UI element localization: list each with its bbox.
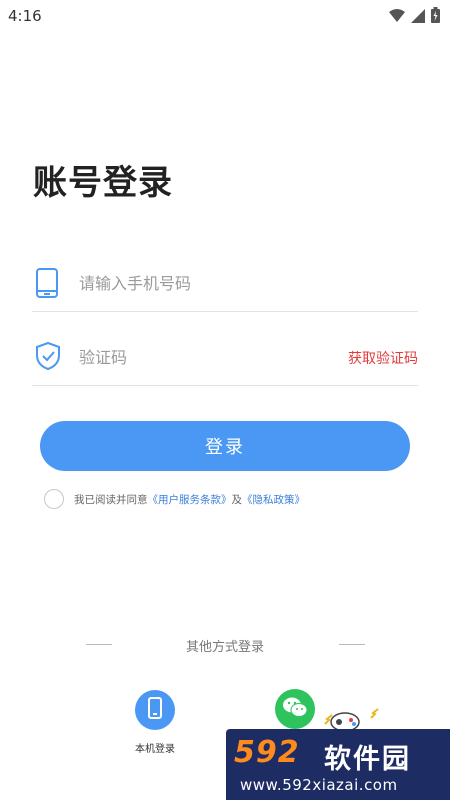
wechat-login-option[interactable] — [275, 689, 315, 729]
terms-link[interactable]: 《用户服务条款》 — [148, 492, 232, 507]
watermark-banner: 592 软件园 www.592xiazai.com — [226, 729, 450, 800]
shield-check-icon — [35, 341, 61, 375]
local-login-button[interactable] — [135, 690, 175, 730]
local-login-label: 本机登录 — [135, 744, 175, 755]
privacy-link[interactable]: 《隐私政策》 — [242, 492, 305, 507]
phone-icon — [35, 267, 59, 303]
page-title: 账号登录 — [33, 163, 173, 203]
other-login-title: 其他方式登录 — [185, 640, 264, 655]
watermark-name: 软件园 — [324, 744, 411, 775]
wechat-login-button[interactable] — [275, 689, 315, 729]
watermark-logo: 592 — [234, 735, 300, 770]
wifi-icon — [389, 8, 405, 27]
phone-icon — [148, 697, 162, 723]
agreement: 我已阅读并同意 《用户服务条款》 及 《隐私政策》 — [44, 489, 305, 509]
watermark-url: www.592xiazai.com — [240, 776, 398, 794]
agreement-prefix: 我已阅读并同意 — [74, 493, 148, 506]
signal-icon — [411, 8, 425, 27]
phone-field — [32, 254, 418, 312]
code-field: 获取验证码 — [32, 328, 418, 386]
login-button[interactable]: 登录 — [40, 421, 410, 471]
status-time: 4:16 — [8, 7, 42, 25]
divider-right — [339, 644, 365, 645]
local-login-option[interactable]: 本机登录 — [126, 690, 184, 755]
phone-input[interactable] — [79, 266, 339, 300]
wechat-icon — [282, 696, 308, 722]
agreement-conjunction: 及 — [231, 493, 243, 506]
status-bar: 4:16 — [0, 0, 450, 32]
get-code-button[interactable]: 获取验证码 — [348, 348, 418, 368]
code-input[interactable] — [79, 340, 339, 374]
status-icons — [389, 7, 440, 27]
battery-icon — [431, 7, 440, 27]
agreement-checkbox[interactable] — [44, 489, 64, 509]
